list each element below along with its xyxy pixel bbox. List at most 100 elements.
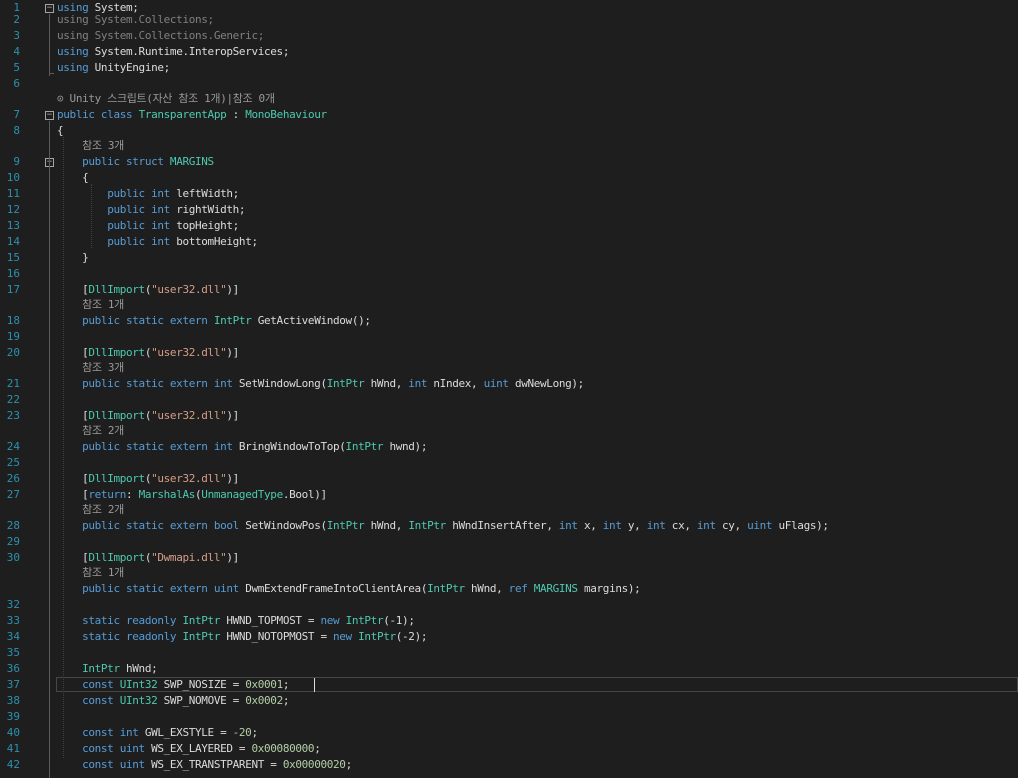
code-token-id: [57, 203, 107, 216]
code-token-ty: MARGINS: [169, 155, 214, 168]
code-line[interactable]: {: [57, 170, 89, 186]
code-token-id: [57, 519, 82, 532]
code-token-ty: MonoBehaviour: [245, 108, 327, 121]
code-token-id: hWndInsertAfter,: [445, 519, 559, 532]
code-token-ty: TransparentApp: [138, 108, 227, 121]
code-token-kw: public static extern int: [82, 377, 233, 390]
code-token-id: SetWindowPos(: [238, 519, 327, 532]
code-line[interactable]: const int GWL_EXSTYLE = -20;: [57, 725, 258, 741]
code-token-kw: using: [57, 61, 89, 74]
code-area[interactable]: using System; using System.Collections; us…: [0, 0, 1018, 778]
code-line[interactable]: public int topHeight;: [57, 218, 239, 234]
code-token-usg: using System.Collections.Generic;: [57, 29, 264, 42]
code-token-id: )]: [226, 551, 239, 564]
code-line[interactable]: public static extern uint DwmExtendFrame…: [57, 581, 641, 597]
code-line[interactable]: static readonly IntPtr HWND_TOPMOST = ne…: [57, 613, 415, 629]
code-token-id: uFlags);: [772, 519, 829, 532]
code-token-kw: new: [333, 630, 352, 643]
code-line[interactable]: [DllImport("user32.dll")]: [57, 282, 239, 298]
code-token-nm: 0x0002: [245, 694, 283, 707]
code-token-ty: IntPtr: [326, 519, 365, 532]
code-token-nm: 0x0001: [245, 678, 283, 691]
code-editor[interactable]: 1 2 3 4 5 6 7 8 9 10 11 12 13 14 15 16 17 18 19 20 21 22 23 24 2…: [0, 0, 1018, 778]
code-line[interactable]: using System.Runtime.InteropServices;: [57, 44, 289, 60]
code-token-id: GetActiveWindow();: [251, 314, 371, 327]
code-token-id: hWnd,: [364, 519, 409, 532]
code-token-id: [: [57, 551, 89, 564]
code-token-id: )]: [226, 283, 239, 296]
code-line[interactable]: const UInt32 SWP_NOMOVE = 0x0002;: [57, 693, 289, 709]
code-token-id: dwNewLong);: [508, 377, 584, 390]
code-line[interactable]: public static extern int BringWindowToTo…: [57, 439, 427, 455]
code-token-nm: 0x00080000: [251, 742, 315, 755]
code-line[interactable]: public int rightWidth;: [57, 202, 245, 218]
code-token-kw: int: [646, 519, 666, 532]
code-token-ty: IntPtr: [408, 519, 446, 532]
code-line[interactable]: [DllImport("user32.dll")]: [57, 345, 239, 361]
code-line[interactable]: public static extern int SetWindowLong(I…: [57, 376, 584, 392]
indent-guide: [63, 137, 64, 758]
codelens-hint[interactable]: 참조 2개: [57, 423, 124, 439]
code-token-id: )]: [226, 409, 239, 422]
code-token-nm: -20: [232, 726, 252, 739]
code-token-id: [57, 155, 82, 168]
codelens-hint[interactable]: 참조 1개: [57, 565, 124, 581]
code-token-id: WS_EX_TRANSTPARENT =: [144, 758, 283, 771]
code-token-ty: IntPtr: [345, 614, 384, 627]
code-line[interactable]: static readonly IntPtr HWND_NOTOPMOST = …: [57, 629, 427, 645]
code-line[interactable]: public class TransparentApp : MonoBehavi…: [57, 107, 327, 123]
code-token-kw: public class: [57, 108, 133, 121]
code-token-id: SWP_NOSIZE =: [157, 678, 246, 691]
code-line[interactable]: public struct MARGINS: [57, 154, 214, 170]
code-line[interactable]: public static extern IntPtr GetActiveWin…: [57, 313, 371, 329]
code-line[interactable]: using UnityEngine;: [57, 60, 170, 76]
code-line[interactable]: public static extern bool SetWindowPos(I…: [57, 518, 829, 534]
code-line[interactable]: const uint WS_EX_LAYERED = 0x00080000;: [57, 741, 321, 757]
code-token-kw: public int: [107, 219, 170, 232]
code-token-ty: MARGINS: [533, 582, 578, 595]
code-line[interactable]: public int leftWidth;: [57, 186, 239, 202]
code-token-ty: UInt32: [119, 678, 158, 691]
code-line[interactable]: [return: MarshalAs(UnmanagedType.Bool)]: [57, 487, 327, 503]
code-line[interactable]: IntPtr hWnd;: [57, 661, 158, 677]
code-token-id: .Bool)]: [282, 488, 327, 501]
code-token-id: [: [57, 488, 89, 501]
code-token-kw: const: [82, 678, 114, 691]
codelens-hint[interactable]: 참조 2개: [57, 502, 124, 518]
code-token-kw: const uint: [82, 758, 145, 771]
code-token-ty: IntPtr: [182, 614, 221, 627]
code-line[interactable]: public int bottomHeight;: [57, 234, 258, 250]
code-token-id: BringWindowToTop(: [232, 440, 346, 453]
code-token-id: [57, 377, 82, 390]
codelens-hint[interactable]: 참조 1개: [57, 297, 124, 313]
code-line[interactable]: [DllImport("Dwmapi.dll")]: [57, 550, 239, 566]
code-token-kw: public int: [107, 203, 170, 216]
code-line[interactable]: using System.Collections.Generic;: [57, 28, 264, 44]
code-token-id: [57, 694, 82, 707]
code-token-id: {: [57, 171, 89, 184]
code-token-kw: int: [558, 519, 578, 532]
code-token-id: hWnd;: [119, 662, 158, 675]
code-token-kw: public static extern uint: [82, 582, 239, 595]
code-line[interactable]: using System.Collections;: [57, 12, 214, 28]
code-token-ty: UnmanagedType: [201, 488, 283, 501]
code-token-st: "user32.dll": [151, 346, 227, 359]
code-token-id: SetWindowLong(: [232, 377, 327, 390]
code-line[interactable]: [DllImport("user32.dll")]: [57, 408, 239, 424]
code-token-id: [57, 630, 82, 643]
code-token-ty: DllImport: [88, 346, 145, 359]
code-line[interactable]: }: [57, 250, 89, 266]
code-token-kw: public static extern int: [82, 440, 233, 453]
codelens-hint[interactable]: 참조 3개: [57, 138, 124, 154]
code-token-id: }: [57, 251, 89, 264]
code-line[interactable]: const uint WS_EX_TRANSTPARENT = 0x000000…: [57, 757, 352, 773]
code-token-id: x,: [577, 519, 603, 532]
codelens-hint[interactable]: 참조 3개: [57, 360, 124, 376]
code-line[interactable]: [DllImport("user32.dll")]: [57, 471, 239, 487]
code-token-id: (-1);: [383, 614, 415, 627]
code-token-id: [: [57, 472, 89, 485]
code-line[interactable]: const UInt32 SWP_NOSIZE = 0x0001;: [57, 677, 289, 693]
code-token-ty: MarshalAs: [138, 488, 196, 501]
codelens-hint[interactable]: ⊙ Unity 스크립트(자산 참조 1개)|참조 0개: [57, 91, 275, 107]
text-caret: [314, 678, 315, 692]
